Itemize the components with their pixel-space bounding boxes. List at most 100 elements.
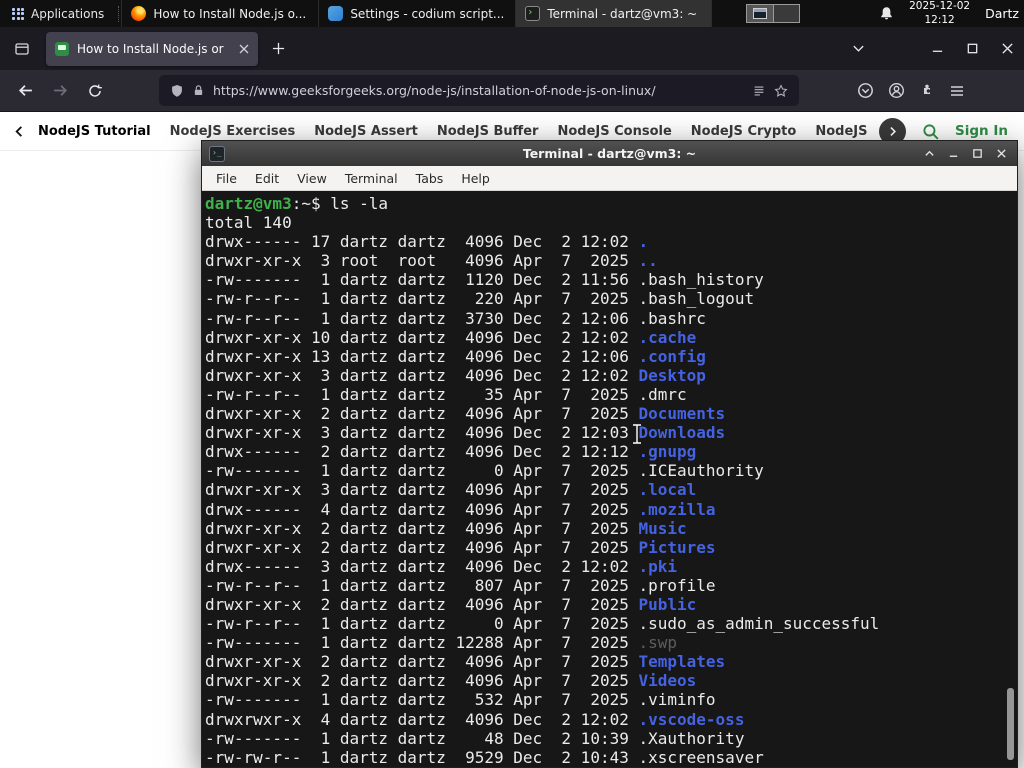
terminal-close-button[interactable] bbox=[994, 146, 1009, 161]
lock-icon[interactable] bbox=[192, 84, 205, 97]
taskbar-item[interactable]: How to Install Node.js o... bbox=[121, 0, 318, 27]
pocket-icon[interactable] bbox=[857, 82, 874, 99]
extensions-icon[interactable] bbox=[919, 83, 935, 99]
forward-button[interactable] bbox=[45, 76, 75, 106]
nav-scroll-left-icon[interactable] bbox=[13, 125, 26, 138]
user-menu[interactable]: Dartz bbox=[985, 6, 1019, 21]
taskbar-item-label: How to Install Node.js o... bbox=[153, 6, 307, 21]
back-button[interactable] bbox=[10, 76, 40, 106]
nav-item-4[interactable]: NodeJS Console bbox=[557, 124, 671, 139]
taskbar-item[interactable]: Terminal - dartz@vm3: ~ bbox=[515, 0, 713, 27]
clock-date: 2025-12-02 bbox=[909, 0, 971, 13]
nav-item-3[interactable]: NodeJS Buffer bbox=[437, 124, 539, 139]
terminal-scrollbar[interactable] bbox=[1007, 688, 1014, 760]
window-maximize-button[interactable] bbox=[966, 42, 979, 55]
terminal-line: -rw-r--r-- 1 dartz dartz 3730 Dec 2 12:0… bbox=[205, 308, 706, 328]
terminal-shade-button[interactable] bbox=[922, 146, 937, 161]
terminal-menu-file[interactable]: File bbox=[208, 168, 245, 189]
workspace-switcher[interactable] bbox=[746, 4, 801, 23]
nav-item-5[interactable]: NodeJS Crypto bbox=[691, 124, 797, 139]
vscodium-icon bbox=[328, 6, 344, 21]
terminal-line: total 140 bbox=[205, 213, 292, 233]
terminal-line: drwx------ 2 dartz dartz 4096 Dec 2 12:1… bbox=[205, 442, 697, 462]
terminal-line: drwxr-xr-x 10 dartz dartz 4096 Dec 2 12:… bbox=[205, 327, 697, 347]
terminal-line: drwxr-xr-x 2 dartz dartz 4096 Apr 7 2025… bbox=[205, 518, 687, 538]
terminal-line: -rw------- 1 dartz dartz 0 Apr 7 2025 .I… bbox=[205, 461, 764, 481]
browser-toolbar: https://www.geeksforgeeks.org/node-js/in… bbox=[0, 70, 1024, 112]
terminal-line: -rw------- 1 dartz dartz 48 Dec 2 10:39 … bbox=[205, 728, 745, 748]
top-panel: Applications How to Install Node.js o...… bbox=[0, 0, 1024, 27]
notification-bell-icon[interactable] bbox=[879, 6, 894, 21]
terminal-line: drwxr-xr-x 13 dartz dartz 4096 Dec 2 12:… bbox=[205, 346, 706, 366]
sign-in-button[interactable]: Sign In bbox=[955, 123, 1008, 139]
nav-item-0[interactable]: NodeJS Tutorial bbox=[38, 124, 151, 139]
terminal-line: drwx------ 3 dartz dartz 4096 Dec 2 12:0… bbox=[205, 556, 678, 576]
terminal-titlebar[interactable]: Terminal - dartz@vm3: ~ bbox=[202, 141, 1017, 166]
search-icon[interactable] bbox=[921, 122, 940, 141]
workspace-2[interactable] bbox=[773, 5, 800, 22]
terminal-window: Terminal - dartz@vm3: ~ FileEditViewTerm… bbox=[201, 140, 1018, 768]
reload-button[interactable] bbox=[80, 76, 110, 106]
terminal-line: -rw-rw-r-- 1 dartz dartz 9529 Dec 2 10:4… bbox=[205, 747, 764, 767]
url-bar[interactable]: https://www.geeksforgeeks.org/node-js/in… bbox=[159, 75, 799, 106]
menu-icon[interactable] bbox=[949, 83, 965, 99]
firefox-icon bbox=[131, 6, 147, 21]
url-text: https://www.geeksforgeeks.org/node-js/in… bbox=[213, 83, 656, 98]
tab-favicon bbox=[55, 41, 69, 56]
new-tab-button[interactable] bbox=[272, 42, 285, 55]
applications-menu[interactable]: Applications bbox=[0, 0, 116, 27]
terminal-line: drwxr-xr-x 2 dartz dartz 4096 Apr 7 2025… bbox=[205, 404, 726, 424]
terminal-line: drwx------ 4 dartz dartz 4096 Apr 7 2025… bbox=[205, 499, 716, 519]
terminal-line: -rw-r--r-- 1 dartz dartz 807 Apr 7 2025 … bbox=[205, 575, 716, 595]
tab-close-icon[interactable] bbox=[239, 44, 249, 54]
terminal-output[interactable]: dartz@vm3:~$ ls -la total 140 drwx------ 1… bbox=[202, 191, 1017, 767]
window-close-button[interactable] bbox=[1001, 42, 1014, 55]
terminal-window-buttons bbox=[922, 146, 1017, 161]
firefox-view-icon[interactable] bbox=[14, 41, 30, 57]
nav-item-1[interactable]: NodeJS Exercises bbox=[170, 124, 296, 139]
terminal-line: drwxr-xr-x 3 root root 4096 Apr 7 2025 .… bbox=[205, 251, 658, 271]
terminal-app-icon bbox=[209, 145, 225, 162]
terminal-menu-view[interactable]: View bbox=[289, 168, 335, 189]
terminal-maximize-button[interactable] bbox=[970, 146, 985, 161]
terminal-menu-terminal[interactable]: Terminal bbox=[337, 168, 406, 189]
reader-mode-icon[interactable] bbox=[752, 84, 766, 98]
clock[interactable]: 2025-12-02 12:12 bbox=[909, 0, 970, 26]
desktop: Applications How to Install Node.js o...… bbox=[0, 0, 1024, 768]
browser-tab[interactable]: How to Install Node.js or bbox=[46, 31, 258, 66]
terminal-line: -rw------- 1 dartz dartz 1120 Dec 2 11:5… bbox=[205, 270, 764, 290]
taskbar-item-label: Settings - codium script... bbox=[350, 6, 505, 21]
terminal-line: drwxr-xr-x 3 dartz dartz 4096 Apr 7 2025… bbox=[205, 480, 697, 500]
terminal-minimize-button[interactable] bbox=[946, 146, 961, 161]
terminal-line: drwxr-xr-x 2 dartz dartz 4096 Apr 7 2025… bbox=[205, 671, 697, 691]
taskbar: How to Install Node.js o... Settings - co… bbox=[121, 0, 713, 27]
window-minimize-button[interactable] bbox=[931, 42, 944, 55]
mini-window-icon bbox=[753, 8, 768, 19]
terminal-line: dartz@vm3:~$ ls -la bbox=[205, 194, 389, 213]
shield-icon[interactable] bbox=[170, 84, 184, 98]
terminal-line: -rw------- 1 dartz dartz 12288 Apr 7 202… bbox=[205, 633, 678, 653]
terminal-menu-tabs[interactable]: Tabs bbox=[408, 168, 452, 189]
panel-separator bbox=[118, 5, 120, 22]
browser-tabbar: How to Install Node.js or bbox=[0, 27, 1024, 70]
terminal-line: -rw-r--r-- 1 dartz dartz 220 Apr 7 2025 … bbox=[205, 289, 755, 309]
terminal-line: drwxr-xr-x 3 dartz dartz 4096 Dec 2 12:0… bbox=[205, 423, 726, 443]
account-icon[interactable] bbox=[888, 82, 905, 99]
taskbar-item[interactable]: Settings - codium script... bbox=[318, 0, 515, 27]
tab-title: How to Install Node.js or bbox=[77, 41, 224, 56]
terminal-menu-edit[interactable]: Edit bbox=[247, 168, 287, 189]
site-nav-items: NodeJS Tutorial NodeJS Exercises NodeJS As… bbox=[38, 124, 871, 139]
terminal-line: drwxrwxr-x 4 dartz dartz 4096 Dec 2 12:0… bbox=[205, 709, 745, 729]
list-tabs-icon[interactable] bbox=[852, 42, 865, 55]
nav-item-6[interactable]: NodeJS DNS bbox=[815, 124, 871, 139]
applications-label: Applications bbox=[31, 6, 105, 21]
nav-item-2[interactable]: NodeJS Assert bbox=[314, 124, 418, 139]
workspace-1[interactable] bbox=[747, 5, 774, 22]
terminal-menu-help[interactable]: Help bbox=[453, 168, 498, 189]
terminal-line: -rw------- 1 dartz dartz 532 Apr 7 2025 … bbox=[205, 690, 716, 710]
bookmark-star-icon[interactable] bbox=[774, 83, 788, 98]
terminal-line: drwx------ 17 dartz dartz 4096 Dec 2 12:… bbox=[205, 232, 649, 252]
window-controls bbox=[852, 42, 1014, 55]
panel-right: 2025-12-02 12:12 Dartz bbox=[879, 0, 1024, 26]
terminal-line: drwxr-xr-x 2 dartz dartz 4096 Apr 7 2025… bbox=[205, 652, 726, 672]
